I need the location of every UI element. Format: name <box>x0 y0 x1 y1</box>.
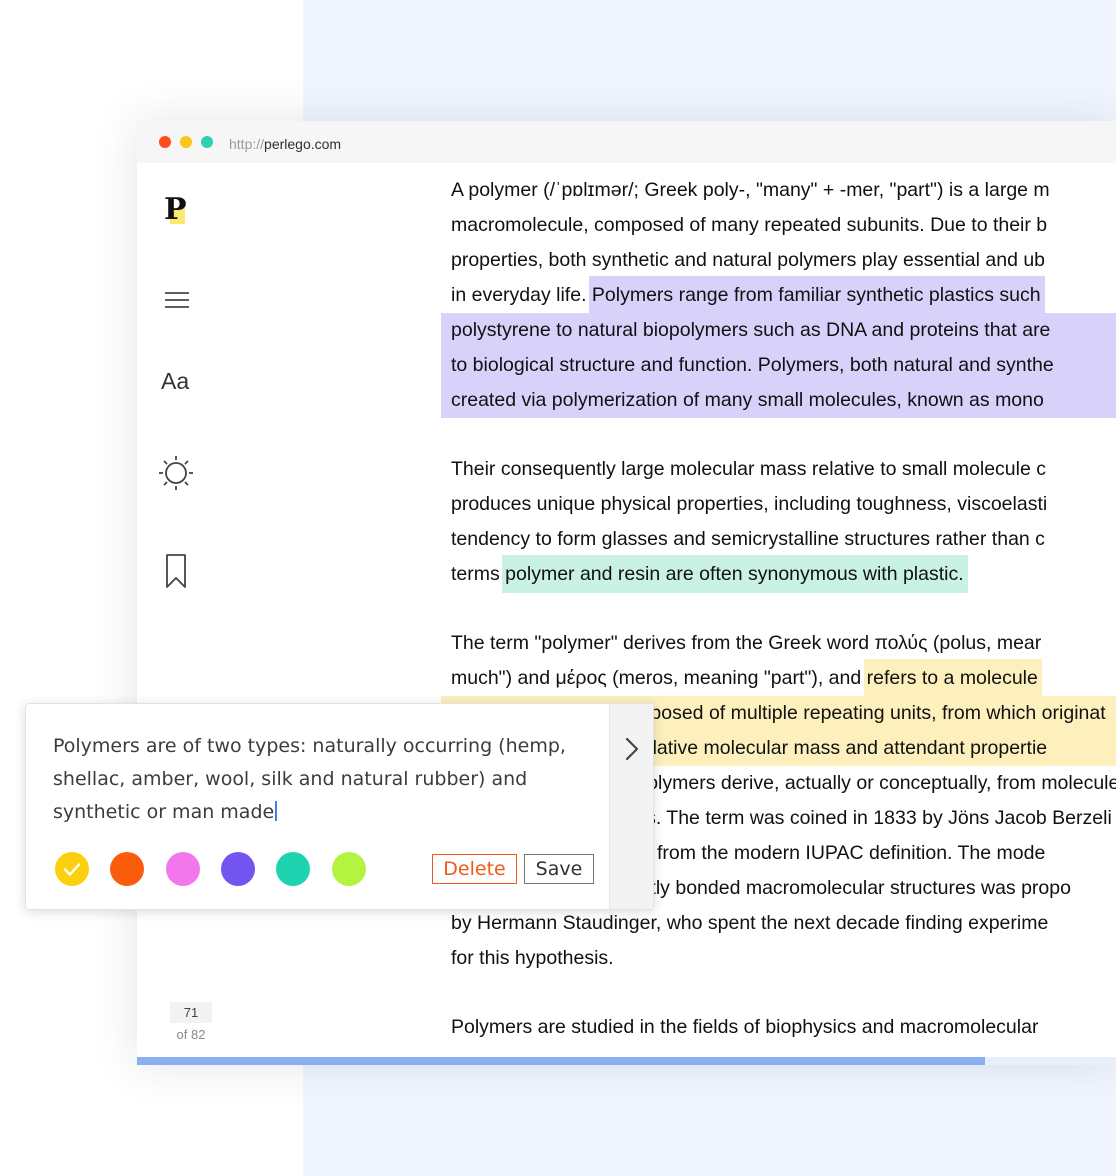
reader-paragraph: Their consequently large molecular mass … <box>441 452 1116 593</box>
text-line: for this hypothesis. <box>441 941 1116 976</box>
text-span: tendency to form glasses and semicrystal… <box>451 528 1045 550</box>
text-span: for this hypothesis. <box>451 947 614 969</box>
text-span: much") and μέρος (meros, meaning "part")… <box>451 667 867 689</box>
text-line: Polymers are studied in the fields of bi… <box>441 1010 1116 1045</box>
note-text-input[interactable]: Polymers are of two types: naturally occ… <box>53 730 608 829</box>
reading-progress-fill <box>137 1057 985 1065</box>
color-swatch[interactable] <box>331 852 366 886</box>
text-span: macromolecule, composed of many repeated… <box>451 214 1048 236</box>
color-swatch[interactable] <box>110 852 145 886</box>
logo-letter: P <box>164 192 187 227</box>
highlighted-text[interactable]: to biological structure and function. Po… <box>451 354 1054 376</box>
address-bar[interactable]: http://perlego.com <box>229 136 341 152</box>
chevron-right-icon <box>625 737 639 761</box>
text-span: Polymers are studied in the fields of bi… <box>451 1016 1039 1038</box>
reading-progress-bar[interactable] <box>137 1057 1116 1065</box>
text-span: terms <box>451 563 506 585</box>
page-number-total: of 82 <box>176 1027 206 1042</box>
reader-paragraph: A polymer (/ˈpɒlɪmər/; Greek poly-, "man… <box>441 173 1116 418</box>
text-line: The term "polymer" derives from the Gree… <box>441 626 1116 661</box>
note-text-line: shellac, amber, wool, silk and natural r… <box>53 768 528 790</box>
text-span: The term "polymer" derives from the Gree… <box>451 632 1042 654</box>
text-line: by Hermann Staudinger, who spent the nex… <box>441 906 1116 941</box>
text-line: produces unique physical properties, inc… <box>441 487 1116 522</box>
text-span: by Hermann Staudinger, who spent the nex… <box>451 912 1049 934</box>
text-line: created via polymerization of many small… <box>441 383 1116 418</box>
color-swatch[interactable] <box>55 852 89 886</box>
color-swatch[interactable] <box>165 852 200 886</box>
text-span: produces unique physical properties, inc… <box>451 493 1048 515</box>
sun-icon[interactable] <box>158 455 194 491</box>
text-span: A polymer (/ˈpɒlɪmər/; Greek poly-, "man… <box>451 179 1050 201</box>
highlighted-text[interactable]: polystyrene to natural biopolymers such … <box>451 319 1050 341</box>
text-span: in everyday life. <box>451 284 592 306</box>
perlego-logo[interactable]: P <box>164 192 190 228</box>
text-line: tendency to form glasses and semicrystal… <box>441 522 1116 557</box>
url-host: perlego.com <box>264 136 342 152</box>
next-note-button[interactable] <box>609 704 653 909</box>
text-line: in everyday life. Polymers range from fa… <box>441 276 1116 314</box>
checkmark-icon <box>63 863 81 876</box>
reader-paragraph: Polymers are studied in the fields of bi… <box>441 1010 1116 1045</box>
note-text-line: Polymers are of two types: naturally occ… <box>53 735 566 757</box>
close-window-dot[interactable] <box>159 136 171 148</box>
text-line: Their consequently large molecular mass … <box>441 452 1116 487</box>
url-protocol: http:// <box>229 136 265 152</box>
highlighted-text[interactable]: created via polymerization of many small… <box>451 389 1044 411</box>
text-line: to biological structure and function. Po… <box>441 348 1116 383</box>
font-settings-button[interactable]: Aa <box>161 368 189 395</box>
color-swatch[interactable] <box>220 852 255 886</box>
text-line: polystyrene to natural biopolymers such … <box>441 313 1116 348</box>
text-cursor <box>275 801 278 821</box>
browser-chrome: http://perlego.com <box>137 121 1116 163</box>
highlight-note-popup: Polymers are of two types: naturally occ… <box>25 703 654 910</box>
maximize-window-dot[interactable] <box>201 136 213 148</box>
color-swatch[interactable] <box>276 852 311 886</box>
save-button[interactable]: Save <box>524 854 594 884</box>
browser-window: http://perlego.com P Aa 71 of 82 A polym… <box>137 121 1116 1065</box>
minimize-window-dot[interactable] <box>180 136 192 148</box>
text-line: much") and μέρος (meros, meaning "part")… <box>441 659 1116 697</box>
text-line: macromolecule, composed of many repeated… <box>441 208 1116 243</box>
highlighted-text[interactable]: Polymers range from familiar synthetic p… <box>588 276 1045 314</box>
text-line: terms polymer and resin are often synony… <box>441 555 1116 593</box>
text-span: properties, both synthetic and natural p… <box>451 249 1046 271</box>
text-line: A polymer (/ˈpɒlɪmər/; Greek poly-, "man… <box>441 173 1116 208</box>
text-span: Their consequently large molecular mass … <box>451 458 1046 480</box>
note-text-line: synthetic or man made <box>53 796 608 829</box>
text-line: properties, both synthetic and natural p… <box>441 243 1116 278</box>
bookmark-icon[interactable] <box>165 553 187 589</box>
hamburger-icon[interactable] <box>164 290 190 310</box>
highlighted-text[interactable]: refers to a molecule <box>863 659 1042 697</box>
page-number-current: 71 <box>170 1002 212 1023</box>
highlighted-text[interactable]: polymer and resin are often synonymous w… <box>502 555 968 593</box>
delete-button[interactable]: Delete <box>432 854 517 884</box>
reader-content: A polymer (/ˈpɒlɪmər/; Greek poly-, "man… <box>441 173 1116 1045</box>
